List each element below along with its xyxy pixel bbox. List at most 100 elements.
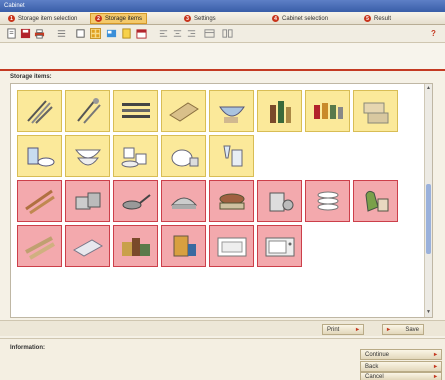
columns-icon[interactable] xyxy=(222,28,233,39)
tile-bowls[interactable] xyxy=(65,135,110,177)
notice-area xyxy=(0,43,445,71)
print-icon[interactable] xyxy=(34,28,45,39)
action-bar: Print ▸ ▸ Save xyxy=(0,320,445,336)
section-label: Storage items: xyxy=(10,74,52,80)
step-number-icon: 2 xyxy=(95,15,102,22)
tile-cereal-box[interactable] xyxy=(161,225,206,267)
bottles-icon xyxy=(269,101,291,123)
scroll-thumb[interactable] xyxy=(426,184,431,254)
storage-items-grid: ▲ ▼ xyxy=(10,83,433,318)
cancel-button[interactable]: Cancel ▸ xyxy=(360,372,442,380)
continue-label: Continue xyxy=(365,351,390,358)
pans-icon xyxy=(122,194,151,210)
tile-casserole[interactable] xyxy=(209,180,254,222)
arrow-right-icon: ▸ xyxy=(433,352,437,358)
foil-roll-icon xyxy=(72,239,103,257)
calendar-icon[interactable] xyxy=(136,28,147,39)
cereal-box-icon xyxy=(173,235,196,257)
tab-label: Cabinet selection xyxy=(282,15,329,22)
help-icon[interactable]: ? xyxy=(428,28,439,39)
scroll-down-icon[interactable]: ▼ xyxy=(425,309,432,316)
tile-baking-rolls[interactable] xyxy=(17,225,62,267)
back-label: Back xyxy=(365,363,379,370)
view-detail-icon[interactable] xyxy=(106,28,117,39)
tile-coffee-cups[interactable] xyxy=(113,135,158,177)
coffee-cups-icon xyxy=(121,147,146,168)
tab-settings[interactable]: 3 Settings xyxy=(180,13,220,24)
tab-cabinet-selection[interactable]: 4 Cabinet selection xyxy=(268,13,332,24)
tile-oven-mitts[interactable] xyxy=(353,180,398,222)
continue-button[interactable]: Continue ▸ xyxy=(360,349,442,360)
information-panel: Information: Continue ▸ Back ▸ Cancel ▸ xyxy=(0,338,445,380)
pots-icon xyxy=(75,192,100,210)
align-right-icon[interactable] xyxy=(186,28,197,39)
window-title-bar: Cabinet xyxy=(0,0,445,12)
save-button[interactable]: ▸ Save xyxy=(382,324,424,335)
tile-plates[interactable] xyxy=(305,180,350,222)
view-grid-icon[interactable] xyxy=(90,28,101,39)
tile-knives[interactable] xyxy=(113,90,158,132)
align-center-icon[interactable] xyxy=(172,28,183,39)
tile-mixing-bowl[interactable] xyxy=(209,90,254,132)
tile-microwave[interactable] xyxy=(257,225,302,267)
tile-spice-jars[interactable] xyxy=(305,90,350,132)
tile-rolling-pins[interactable] xyxy=(17,180,62,222)
bowls-icon xyxy=(74,149,101,166)
casserole-icon xyxy=(219,193,244,210)
baking-rolls-icon xyxy=(24,236,55,260)
tab-label: Settings xyxy=(194,15,216,22)
knives-icon xyxy=(121,103,150,118)
tile-groceries[interactable] xyxy=(113,225,158,267)
tile-teapot[interactable] xyxy=(161,135,206,177)
tab-storage-items[interactable]: 2 Storage items xyxy=(90,13,148,24)
cutting-board-icon xyxy=(168,102,199,122)
tile-roaster[interactable] xyxy=(161,180,206,222)
print-button[interactable]: Print ▸ xyxy=(322,324,364,335)
spice-jars-icon xyxy=(313,103,343,119)
step-number-icon: 1 xyxy=(8,15,15,22)
new-icon[interactable] xyxy=(6,28,17,39)
table-icon[interactable] xyxy=(204,28,215,39)
kitchen-appliance-icon xyxy=(269,192,293,212)
tile-glassware[interactable] xyxy=(209,135,254,177)
align-left-icon[interactable] xyxy=(158,28,169,39)
tab-label: Result xyxy=(374,15,392,22)
oven-tray-icon xyxy=(217,237,246,257)
tab-result[interactable]: 5 Result xyxy=(360,13,395,24)
back-button[interactable]: Back ▸ xyxy=(360,361,442,372)
view-large-icon[interactable] xyxy=(75,28,86,39)
rolling-pins-icon xyxy=(24,189,55,215)
step-number-icon: 4 xyxy=(272,15,279,22)
tile-foil-roll[interactable] xyxy=(65,225,110,267)
plates-icon xyxy=(317,191,338,211)
toolbar: ? xyxy=(0,25,445,43)
arrow-right-icon: ▸ xyxy=(433,364,437,370)
tile-pots[interactable] xyxy=(65,180,110,222)
vertical-scrollbar[interactable]: ▲ ▼ xyxy=(424,84,432,317)
window-title: Cabinet xyxy=(4,3,25,9)
tile-food-containers[interactable] xyxy=(353,90,398,132)
tile-bottles[interactable] xyxy=(257,90,302,132)
scroll-up-icon[interactable]: ▲ xyxy=(425,85,432,92)
tile-utensils[interactable] xyxy=(65,90,110,132)
arrow-right-icon: ▸ xyxy=(355,327,359,333)
tea-set-icon xyxy=(27,147,54,167)
tile-tea-set[interactable] xyxy=(17,135,62,177)
wizard-steps: 1 Storage item selection 2 Storage items… xyxy=(0,12,445,25)
print-label: Print xyxy=(327,326,340,333)
save-icon[interactable] xyxy=(20,28,31,39)
tile-oven-tray[interactable] xyxy=(209,225,254,267)
list-icon[interactable] xyxy=(56,28,67,39)
cutlery-icon xyxy=(26,100,53,124)
tile-pans[interactable] xyxy=(113,180,158,222)
utensils-icon xyxy=(76,98,101,124)
tab-storage-item-selection[interactable]: 1 Storage item selection xyxy=(4,13,81,24)
groceries-icon xyxy=(121,238,150,256)
tab-label: Storage item selection xyxy=(18,15,78,22)
tile-cutlery[interactable] xyxy=(17,90,62,132)
mixing-bowl-icon xyxy=(218,106,245,123)
document-icon[interactable] xyxy=(121,28,132,39)
tile-kitchen-appliance[interactable] xyxy=(257,180,302,222)
roaster-icon xyxy=(170,197,197,209)
tile-cutting-board[interactable] xyxy=(161,90,206,132)
